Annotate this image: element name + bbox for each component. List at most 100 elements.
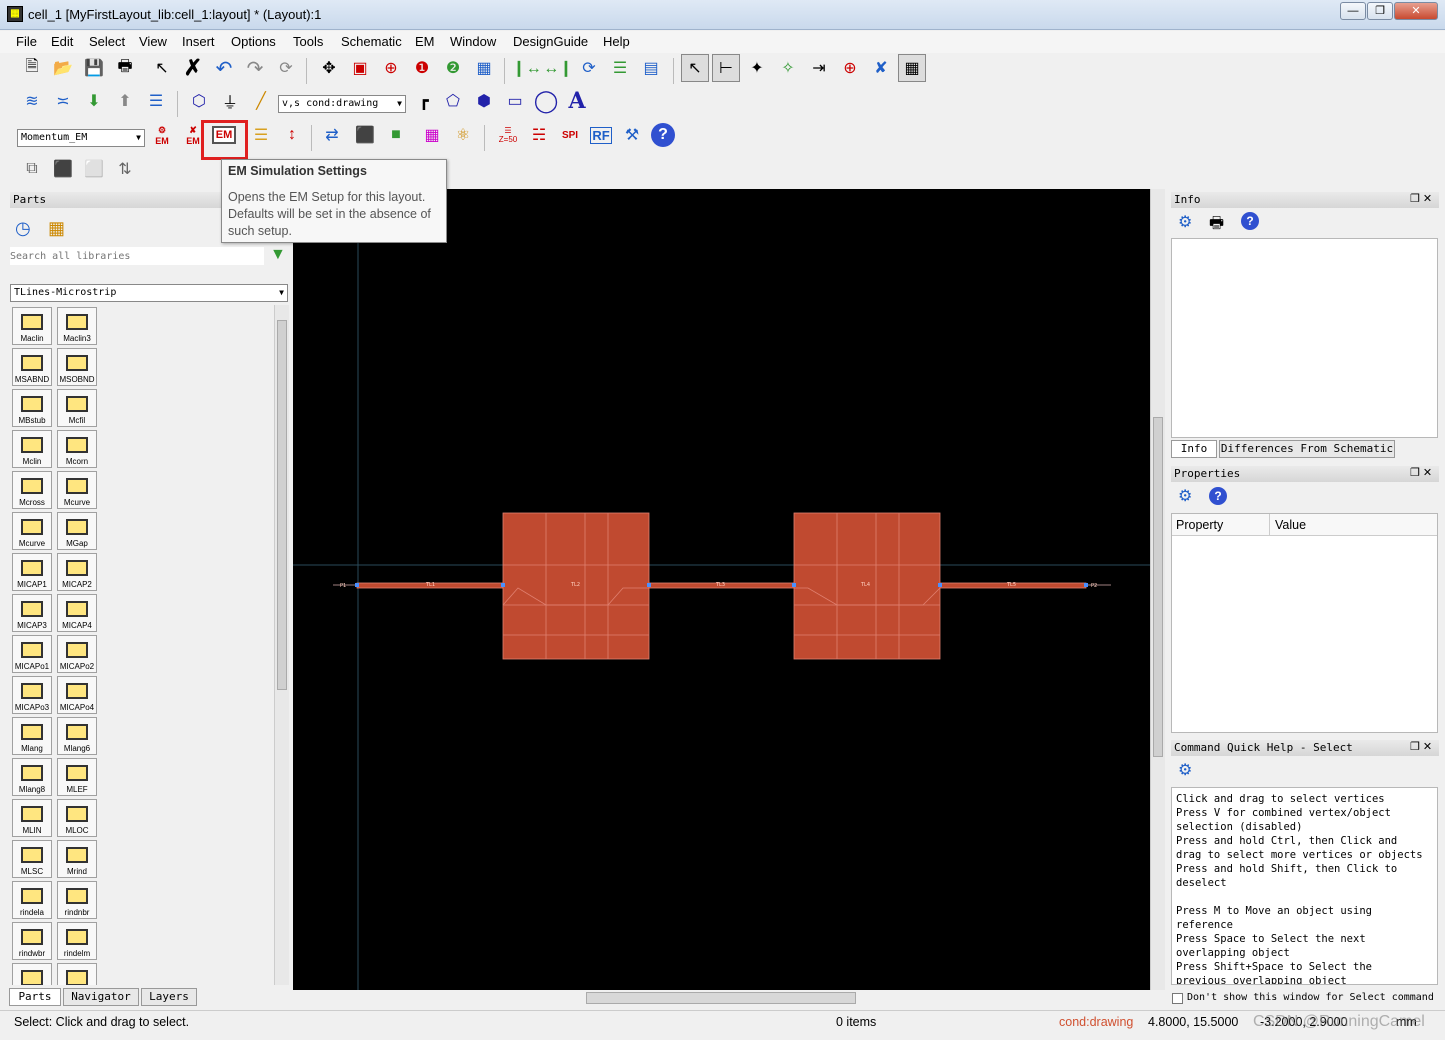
menu-schematic[interactable]: Schematic [341, 34, 402, 49]
help-icon[interactable]: ? [649, 121, 677, 149]
part-item[interactable]: MICAP2 [57, 553, 97, 591]
part-item[interactable]: Mrind [57, 840, 97, 878]
optimize-icon[interactable]: ≍ [49, 87, 77, 115]
maximize-button[interactable]: ❐ [1367, 2, 1393, 20]
wrench-icon[interactable]: ⚒ [618, 121, 646, 149]
part-item[interactable]: MICAPo2 [57, 635, 97, 673]
select-mode-icon[interactable]: ↖ [681, 54, 709, 82]
part-item[interactable]: Mcurve [12, 512, 52, 550]
part-item[interactable]: MSOBND [57, 348, 97, 386]
info-settings-icon[interactable]: ⚙ [1178, 212, 1192, 232]
tab-parts[interactable]: Parts [9, 988, 61, 1006]
group-icon[interactable]: ⧉ [18, 155, 46, 183]
properties-help-icon[interactable]: ? [1209, 487, 1227, 505]
minimize-button[interactable]: — [1340, 2, 1366, 20]
part-item[interactable]: rindela [12, 881, 52, 919]
rf-icon[interactable]: RF [587, 121, 615, 149]
info-help-icon[interactable]: ? [1241, 212, 1259, 230]
print-icon[interactable]: 🖶 [111, 54, 139, 82]
trace-icon[interactable]: ╱ [247, 87, 275, 115]
menu-help[interactable]: Help [603, 34, 630, 49]
save-icon[interactable]: 💾 [80, 54, 108, 82]
layout-canvas[interactable]: P1 TL1 TL2 TL3 TL4 TL5 P2 [293, 189, 1150, 990]
part-item[interactable]: Mclin [12, 430, 52, 468]
snap-mode-icon[interactable]: ⊢ [712, 54, 740, 82]
tuning-icon[interactable]: ≋ [18, 87, 46, 115]
circle-icon[interactable]: ◯ [532, 87, 560, 115]
part-item[interactable]: MBstub [12, 389, 52, 427]
tab-navigator[interactable]: Navigator [63, 988, 139, 1006]
part-item[interactable]: Mcorn [57, 430, 97, 468]
fit-icon[interactable]: ▦ [470, 54, 498, 82]
part-item[interactable]: MICAP1 [12, 553, 52, 591]
move-icon[interactable]: ✥ [315, 54, 343, 82]
part-item[interactable]: MLOC [57, 799, 97, 837]
quickhelp-settings-icon[interactable]: ⚙ [1178, 760, 1192, 780]
part-item[interactable]: MGap [57, 512, 97, 550]
part-item[interactable]: Maclin [12, 307, 52, 345]
part-item[interactable]: rindelm [57, 922, 97, 960]
grid-snap-icon[interactable]: ▦ [898, 54, 926, 82]
parts-search-input[interactable] [10, 247, 264, 265]
history-icon[interactable]: ◷ [15, 218, 31, 239]
zoom-2-icon[interactable]: ❶ [408, 54, 436, 82]
visualization-icon[interactable]: ▦ [418, 121, 446, 149]
redo-icon[interactable]: ↷ [241, 54, 269, 82]
menu-view[interactable]: View [139, 34, 167, 49]
flatten-icon[interactable]: ⬜ [80, 155, 108, 183]
menu-window[interactable]: Window [450, 34, 496, 49]
part-item[interactable] [57, 963, 97, 985]
cond-layer-select[interactable]: v,s cond:drawing [278, 95, 406, 113]
close-button[interactable]: ✕ [1394, 2, 1438, 20]
menu-insert[interactable]: Insert [182, 34, 215, 49]
part-item[interactable]: rindwbr [12, 922, 52, 960]
em-engine-select[interactable]: Momentum_EM [17, 129, 145, 147]
part-item[interactable]: Mcfil [57, 389, 97, 427]
part-item[interactable]: Mcross [12, 471, 52, 509]
menu-options[interactable]: Options [231, 34, 276, 49]
3d-view-icon[interactable]: ⬛ [351, 121, 379, 149]
zoom-out-icon[interactable]: ❷ [439, 54, 467, 82]
layers-icon[interactable]: ☰ [142, 87, 170, 115]
info-print-icon[interactable]: 🖶 [1209, 212, 1224, 239]
rectangle-icon[interactable]: ▭ [501, 87, 529, 115]
part-item[interactable]: MLIN [12, 799, 52, 837]
ground-icon[interactable]: ⏚ [216, 87, 244, 115]
distribute-icon[interactable]: ▤ [637, 54, 665, 82]
redo-all-icon[interactable]: ⟳ [272, 54, 300, 82]
factory-icon[interactable]: ⚛ [449, 121, 477, 149]
dont-show-checkbox[interactable] [1172, 993, 1183, 1004]
tab-info[interactable]: Info [1171, 440, 1217, 458]
info-float-icon[interactable]: ❐ ✕ [1410, 192, 1432, 205]
tab-differences[interactable]: Differences From Schematic [1219, 440, 1395, 458]
mirror-icon[interactable]: ☰ [606, 54, 634, 82]
spi-icon[interactable]: SPI [556, 121, 584, 149]
part-item[interactable]: MSABND [12, 348, 52, 386]
menu-edit[interactable]: Edit [51, 34, 73, 49]
menu-tools[interactable]: Tools [293, 34, 323, 49]
align-left-icon[interactable]: ❙↔ [512, 54, 541, 82]
3d-solid-icon[interactable]: ■ [382, 121, 410, 149]
snap-midpoint-icon[interactable]: ✧ [774, 54, 802, 82]
part-item[interactable]: MLEF [57, 758, 97, 796]
part-item[interactable]: rindnbr [57, 881, 97, 919]
properties-settings-icon[interactable]: ⚙ [1178, 486, 1192, 506]
snap-intersection-icon[interactable]: ✘ [867, 54, 895, 82]
tab-layers[interactable]: Layers [141, 988, 197, 1006]
menu-em[interactable]: EM [415, 34, 435, 49]
layout-component-icon[interactable]: ⇄ [318, 121, 346, 149]
menu-file[interactable]: File [16, 34, 37, 49]
zoom-in-icon[interactable]: ⊕ [377, 54, 405, 82]
library-select[interactable]: TLines-Microstrip [10, 284, 288, 302]
snap-vertex-icon[interactable]: ✦ [743, 54, 771, 82]
part-item[interactable]: MLSC [12, 840, 52, 878]
part-item[interactable]: MICAPo3 [12, 676, 52, 714]
zoom-area-icon[interactable]: ▣ [346, 54, 374, 82]
part-item[interactable]: MICAPo4 [57, 676, 97, 714]
undo-icon[interactable]: ↶ [210, 54, 238, 82]
text-icon[interactable]: A [563, 87, 591, 115]
path-icon[interactable]: ┏ [410, 87, 438, 115]
align-right-icon[interactable]: ↔❙ [543, 54, 572, 82]
part-item[interactable]: Mcurve [57, 471, 97, 509]
properties-float-icon[interactable]: ❐ ✕ [1410, 466, 1432, 479]
